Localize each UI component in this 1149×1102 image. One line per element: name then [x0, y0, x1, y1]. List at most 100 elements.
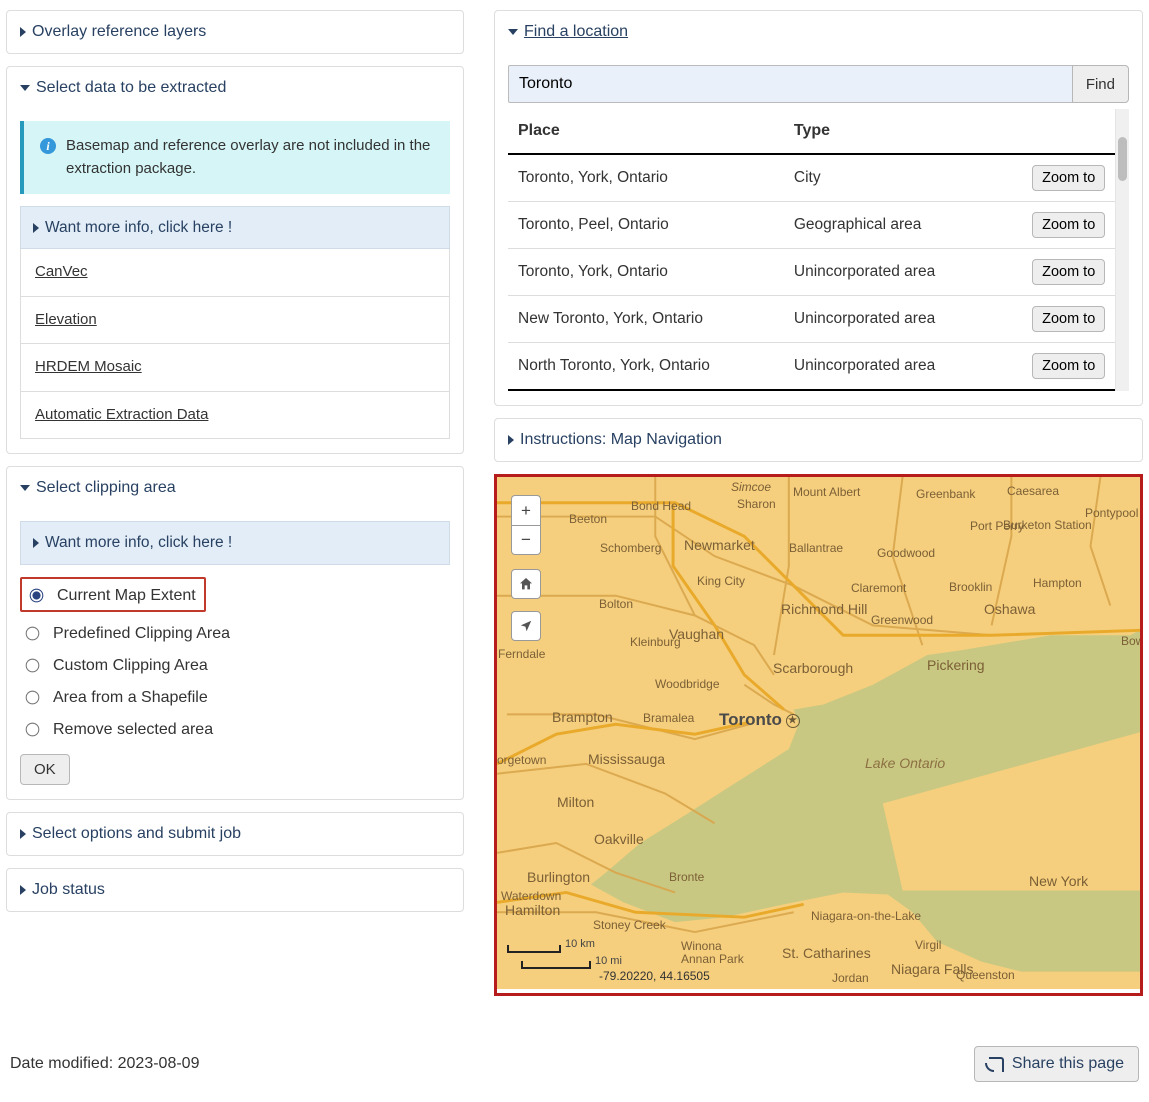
dataset-link[interactable]: Automatic Extraction Data — [35, 406, 208, 423]
info-box: i Basemap and reference overlay are not … — [20, 121, 450, 194]
ok-button[interactable]: OK — [20, 754, 70, 785]
panel-title: Find a location — [524, 20, 628, 44]
panel-job-status[interactable]: Job status — [6, 868, 464, 912]
find-button[interactable]: Find — [1072, 65, 1129, 103]
caret-right-icon — [20, 27, 26, 37]
zoom-to-button[interactable]: Zoom to — [1032, 306, 1105, 332]
result-row: North Toronto, York, OntarioUnincorporat… — [508, 343, 1115, 391]
scrollbar-thumb[interactable] — [1118, 137, 1127, 181]
info-icon: i — [40, 138, 56, 154]
zoom-to-button[interactable]: Zoom to — [1032, 212, 1105, 238]
zoom-in-button[interactable]: + — [511, 495, 541, 525]
share-page-button[interactable]: Share this page — [974, 1046, 1139, 1082]
clip-option-shapefile[interactable]: Area from a Shapefile — [20, 682, 450, 714]
map-place-label: Burlington — [527, 867, 590, 888]
radio-remove[interactable] — [26, 723, 40, 737]
locate-arrow-icon — [519, 619, 533, 633]
dataset-link[interactable]: Elevation — [35, 311, 97, 328]
map-place-label: Pontypool — [1085, 504, 1138, 522]
radio-shapefile[interactable] — [26, 691, 40, 705]
locate-button[interactable] — [511, 611, 541, 641]
more-info-label: Want more info, click here ! — [45, 531, 232, 554]
map-place-label: Mount Albert — [793, 483, 860, 501]
panel-select-data-header[interactable]: Select data to be extracted — [7, 67, 463, 109]
more-info-toggle[interactable]: Want more info, click here ! — [20, 521, 450, 564]
caret-right-icon — [508, 435, 514, 445]
panel-title: Job status — [32, 878, 105, 902]
result-type: Unincorporated area — [784, 249, 994, 296]
radio-label: Remove selected area — [53, 718, 213, 742]
share-icon — [989, 1057, 1004, 1072]
home-button[interactable] — [511, 569, 541, 599]
map-place-label: Ferndale — [498, 645, 545, 663]
dataset-link[interactable]: HRDEM Mosaic — [35, 358, 142, 375]
result-place: Toronto, Peel, Ontario — [508, 202, 784, 249]
map-place-label: Caesarea — [1007, 482, 1059, 500]
map-place-label: Pickering — [927, 655, 985, 676]
result-type: Unincorporated area — [784, 343, 994, 391]
panel-find-header[interactable]: Find a location — [495, 11, 1142, 53]
zoom-to-button[interactable]: Zoom to — [1032, 165, 1105, 191]
zoom-to-button[interactable]: Zoom to — [1032, 353, 1105, 379]
caret-down-icon — [508, 29, 518, 35]
map-place-label: Simcoe — [731, 478, 771, 496]
panel-submit-job[interactable]: Select options and submit job — [6, 812, 464, 856]
radio-current-extent[interactable] — [30, 589, 44, 603]
panel-title: Overlay reference layers — [32, 20, 206, 44]
more-info-toggle[interactable]: Want more info, click here ! — [20, 206, 450, 249]
map-place-label: Queenston — [956, 966, 1015, 984]
clip-option-remove[interactable]: Remove selected area — [20, 714, 450, 746]
radio-label: Predefined Clipping Area — [53, 622, 230, 646]
map-place-label: Kleinburg — [630, 633, 681, 651]
map-zoom-controls: + − — [511, 495, 541, 555]
panel-title: Instructions: Map Navigation — [520, 428, 722, 452]
selected-clip-highlight: Current Map Extent — [20, 577, 206, 612]
zoom-to-button[interactable]: Zoom to — [1032, 259, 1105, 285]
map-scale-bar: 10 km 10 mi — [507, 936, 622, 969]
map-place-label: Bolton — [599, 595, 633, 613]
map-place-label: Greenbank — [916, 485, 975, 503]
map-place-label: orgetown — [497, 751, 546, 769]
map-label-main-city: Toronto — [719, 707, 800, 733]
map-viewport[interactable]: + − Toronto Lake Ontario SimcoeBond Head… — [494, 474, 1143, 996]
caret-right-icon — [33, 223, 39, 233]
map-place-label: Brampton — [552, 707, 613, 728]
result-place: Toronto, York, Ontario — [508, 249, 784, 296]
result-type: Unincorporated area — [784, 296, 994, 343]
result-place: Toronto, York, Ontario — [508, 154, 784, 202]
col-place: Place — [508, 109, 784, 154]
dataset-link[interactable]: CanVec — [35, 263, 88, 280]
caret-down-icon — [20, 485, 30, 491]
map-place-label: Virgil — [915, 936, 941, 954]
radio-custom[interactable] — [26, 659, 40, 673]
map-place-label: Niagara-on-the-Lake — [811, 907, 921, 925]
date-modified: Date modified: 2023-08-09 — [10, 1052, 199, 1076]
map-place-label: Hampton — [1033, 574, 1082, 592]
caret-right-icon — [20, 885, 26, 895]
map-place-label: Goodwood — [877, 544, 935, 562]
panel-find-location: Find a location Find Place Type — [494, 10, 1143, 406]
map-place-label: Claremont — [851, 579, 906, 597]
clip-option-predefined[interactable]: Predefined Clipping Area — [20, 618, 450, 650]
clip-option-custom[interactable]: Custom Clipping Area — [20, 650, 450, 682]
clip-option-current-extent[interactable]: Current Map Extent — [30, 584, 196, 608]
result-place: New Toronto, York, Ontario — [508, 296, 784, 343]
map-place-label: Oakville — [594, 829, 644, 850]
caret-right-icon — [33, 538, 39, 548]
map-locate-control — [511, 611, 541, 641]
location-search-input[interactable] — [508, 65, 1072, 103]
caret-down-icon — [20, 85, 30, 91]
panel-clipping-header[interactable]: Select clipping area — [7, 467, 463, 509]
zoom-out-button[interactable]: − — [511, 525, 541, 555]
results-scrollbar[interactable] — [1115, 109, 1129, 391]
radio-predefined[interactable] — [26, 627, 40, 641]
result-place: North Toronto, York, Ontario — [508, 343, 784, 391]
map-place-label: Sharon — [737, 495, 776, 513]
radio-label: Current Map Extent — [57, 584, 196, 608]
col-type: Type — [784, 109, 994, 154]
map-place-label: Beeton — [569, 510, 607, 528]
map-place-label: Ballantrae — [789, 539, 843, 557]
map-coordinates: -79.20220, 44.16505 — [599, 967, 710, 985]
panel-overlay-layers[interactable]: Overlay reference layers — [6, 10, 464, 54]
panel-instructions[interactable]: Instructions: Map Navigation — [494, 418, 1143, 462]
